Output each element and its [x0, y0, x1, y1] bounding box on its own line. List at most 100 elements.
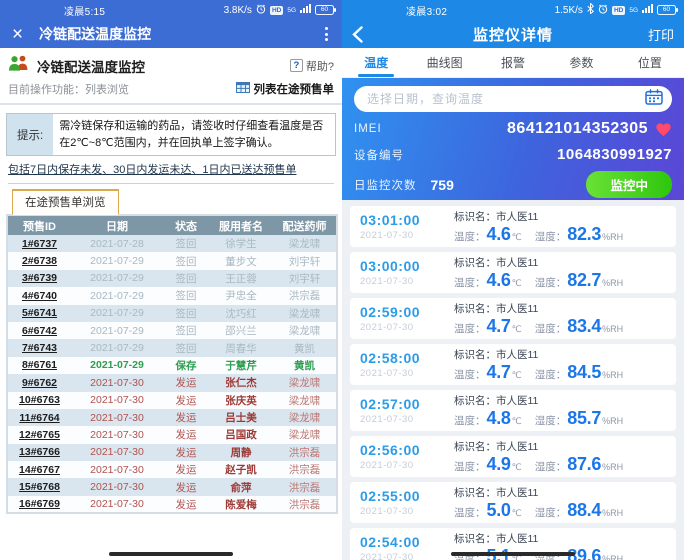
cell-pharmacist: 洪宗磊 [273, 496, 337, 513]
cell-status: 发运 [163, 409, 209, 426]
record-time: 02:56:00 [360, 442, 450, 458]
temp-unit: ℃ [512, 370, 522, 381]
presale-id-link[interactable]: 11#6764 [19, 412, 59, 424]
temp-value: 5.0 [487, 500, 511, 521]
scope-filter-link[interactable]: 包括7日内保存未发、30日内发运未达、1日内已送达预售单 [8, 161, 334, 177]
temp-value: 4.7 [487, 316, 511, 337]
network-speed-text: 3.8K/s [224, 5, 252, 16]
temp-value: 4.9 [487, 454, 511, 475]
print-button[interactable]: 打印 [632, 25, 674, 44]
question-icon: ? [290, 59, 303, 72]
tag-value: 市人医11 [496, 349, 538, 361]
presale-id-link[interactable]: 7#6743 [22, 342, 57, 354]
more-menu-icon[interactable] [323, 24, 330, 44]
tab-in-transit-presale[interactable]: 在途预售单浏览 [12, 189, 119, 215]
humidity-value: 85.7 [567, 408, 601, 429]
tag-value: 市人医11 [496, 303, 538, 315]
presale-id-link[interactable]: 8#6761 [22, 359, 57, 371]
presale-id-link[interactable]: 2#6738 [22, 255, 57, 267]
cell-patient: 邵兴兰 [209, 322, 273, 339]
presale-id-link[interactable]: 15#6768 [19, 481, 60, 493]
tag-value: 市人医11 [496, 395, 538, 407]
table-row: 8#67612021-07-29保存于慧芹黄凯 [7, 357, 337, 374]
tab-location[interactable]: 位置 [616, 48, 684, 77]
presale-id-link[interactable]: 13#6766 [19, 446, 60, 458]
monitoring-status-button[interactable]: 监控中 [586, 171, 672, 198]
battery-icon: 60 [657, 5, 676, 15]
presale-id-link[interactable]: 5#6741 [22, 307, 57, 319]
alarm-icon [256, 4, 266, 17]
cell-status: 发运 [163, 461, 209, 478]
calendar-icon[interactable] [645, 89, 663, 110]
cell-status: 签回 [163, 287, 209, 304]
home-indicator[interactable] [451, 552, 575, 556]
cell-presale-id: 3#6739 [7, 270, 71, 287]
tag-value: 市人医11 [496, 441, 538, 453]
back-icon[interactable] [352, 26, 394, 43]
temp-label: 温度： [454, 459, 486, 474]
table-grid-icon [236, 82, 250, 96]
cell-pharmacist: 梁龙啸 [273, 392, 337, 409]
cell-pharmacist: 梁龙啸 [273, 305, 337, 322]
presale-id-link[interactable]: 16#6769 [19, 498, 60, 510]
cell-pharmacist: 梁龙啸 [273, 374, 337, 391]
cell-pharmacist: 洪宗磊 [273, 444, 337, 461]
right-status-bar: 凌晨3:02 1.5K/s HD 5G 60 [342, 0, 684, 20]
record-date: 2021-07-30 [360, 322, 450, 333]
right-title-bar: 监控仪详情 打印 [342, 20, 684, 48]
cell-presale-id: 15#6768 [7, 478, 71, 495]
help-link[interactable]: ? 帮助? [290, 58, 334, 74]
cell-pharmacist: 洪宗磊 [273, 478, 337, 495]
presale-id-link[interactable]: 3#6739 [22, 272, 57, 284]
presale-id-link[interactable]: 4#6740 [22, 290, 57, 302]
tab-temperature[interactable]: 温度 [342, 48, 410, 77]
network-type-label: 5G [287, 7, 296, 14]
humidity-unit: %RH [602, 278, 623, 288]
tag-label: 标识名： [454, 257, 496, 269]
right-phone-screen: 凌晨3:02 1.5K/s HD 5G 60 监控仪详情 打印 温度 曲线图 报… [342, 0, 684, 560]
humidity-value: 82.7 [567, 270, 601, 291]
cell-date: 2021-07-30 [71, 444, 163, 461]
divider [8, 183, 334, 184]
temp-unit: ℃ [512, 324, 522, 335]
home-indicator[interactable] [109, 552, 233, 556]
tab-parameters[interactable]: 参数 [547, 48, 615, 77]
heart-icon[interactable] [655, 122, 672, 137]
cell-presale-id: 16#6769 [7, 496, 71, 513]
col-header-presale-id: 预售ID [7, 215, 71, 235]
col-header-status: 状态 [163, 215, 209, 235]
tab-alarm[interactable]: 报警 [479, 48, 547, 77]
presale-id-link[interactable]: 12#6765 [19, 429, 60, 441]
temp-value: 4.8 [487, 408, 511, 429]
table-row: 5#67412021-07-29签回沈巧红梁龙啸 [7, 305, 337, 322]
humidity-unit: %RH [602, 508, 623, 518]
tag-label: 标识名： [454, 303, 496, 315]
network-type-label: 5G [629, 7, 638, 14]
help-label: 帮助? [306, 58, 334, 74]
detail-tabs: 温度 曲线图 报警 参数 位置 [342, 48, 684, 78]
table-row: 16#67692021-07-30发运陈爱梅洪宗磊 [7, 496, 337, 513]
tag-label: 标识名： [454, 349, 496, 361]
presale-id-link[interactable]: 14#6767 [19, 464, 60, 476]
date-search-input[interactable] [367, 92, 645, 106]
temp-unit: ℃ [512, 416, 522, 427]
presale-id-link[interactable]: 6#6742 [22, 325, 57, 337]
tab-curve-chart[interactable]: 曲线图 [410, 48, 478, 77]
presale-id-link[interactable]: 10#6763 [19, 394, 60, 406]
presale-id-link[interactable]: 9#6762 [22, 377, 57, 389]
presale-id-link[interactable]: 1#6737 [22, 238, 57, 250]
daily-count-value: 759 [431, 177, 454, 193]
humidity-label: 湿度： [535, 459, 567, 474]
cell-pharmacist: 洪宗磊 [273, 461, 337, 478]
tag-value: 市人医11 [496, 487, 538, 499]
temp-value: 4.6 [487, 224, 511, 245]
table-row: 15#67682021-07-30发运俞萍洪宗磊 [7, 478, 337, 495]
humidity-value: 83.4 [567, 316, 601, 337]
close-icon[interactable]: × [12, 25, 23, 44]
record-date: 2021-07-30 [360, 230, 450, 241]
cell-presale-id: 10#6763 [7, 392, 71, 409]
list-presale-link[interactable]: 列表在途预售单 [236, 81, 335, 97]
cell-date: 2021-07-29 [71, 357, 163, 374]
cell-status: 签回 [163, 305, 209, 322]
cell-patient: 张庆英 [209, 392, 273, 409]
